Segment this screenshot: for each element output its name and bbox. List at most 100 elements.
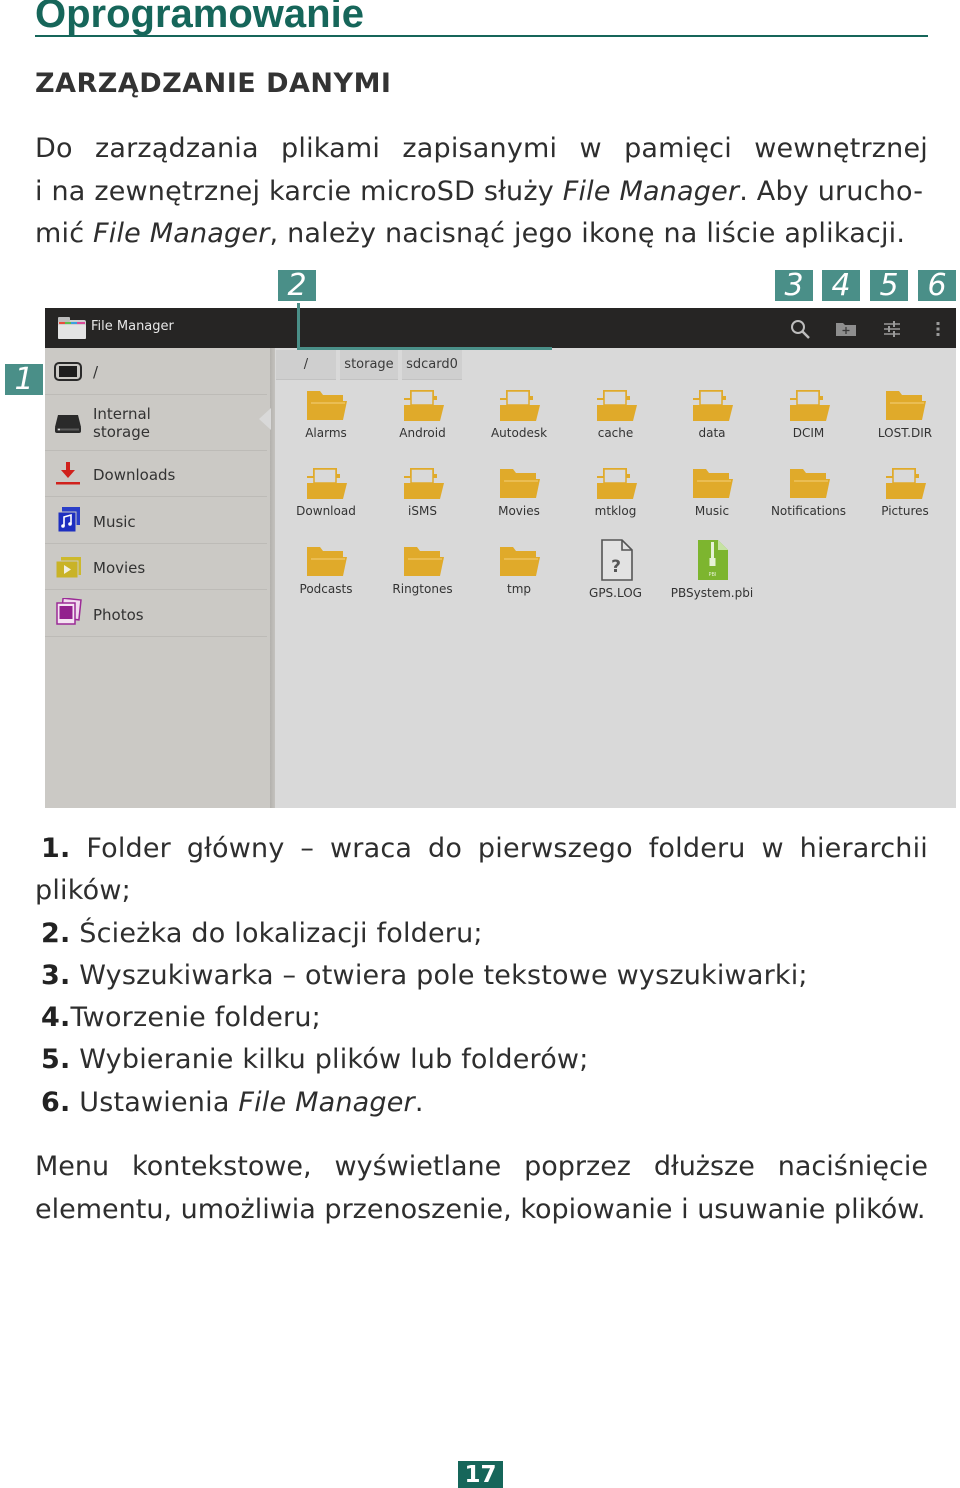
downloads-icon	[56, 462, 80, 485]
file-item-name: PBSystem.pbi	[670, 586, 754, 600]
file-item-name: Download	[296, 504, 356, 518]
legend-item-1: 1. Folder główny – wraca do pierwszego f…	[35, 828, 928, 870]
file-item-name: LOST.DIR	[877, 426, 933, 440]
sidebar-item-internal-storage[interactable]: Internal storage	[45, 395, 267, 451]
callout-4: 4	[822, 270, 860, 301]
folder-icon	[568, 466, 664, 500]
legend-number: 1.	[41, 833, 71, 864]
legend-text: Folder główny – wraca do pierwszego fold…	[86, 833, 928, 864]
archive-file-icon: PBI	[664, 538, 760, 582]
callout-3: 3	[775, 270, 813, 301]
legend-item-1-cont: plików;	[35, 875, 131, 907]
file-item[interactable]: iSMS	[375, 466, 471, 518]
folder-icon	[568, 388, 664, 422]
legend-item-3: 3. Wyszukiwarka – otwiera pole tekstowe …	[35, 955, 928, 997]
select-icon[interactable]	[881, 318, 903, 340]
file-manager-app-icon	[58, 317, 86, 339]
legend-text: .	[414, 1086, 424, 1118]
intro-paragraph: Do zarządzania plikami zapisanymi w pami…	[35, 128, 928, 256]
file-item-name: data	[698, 426, 726, 440]
legend-text: Tworzenie folderu;	[70, 1002, 321, 1034]
svg-text:PBI: PBI	[709, 572, 717, 578]
sidebar-item-photos[interactable]: Photos	[45, 590, 267, 637]
sidebar-item-music[interactable]: Music	[45, 497, 267, 544]
sidebar-item-downloads[interactable]: Downloads	[45, 451, 267, 497]
file-item-name: Music	[694, 504, 730, 518]
sidebar-item-label: Movies	[93, 559, 146, 577]
file-item-name: Movies	[498, 504, 540, 518]
file-item[interactable]: Music	[664, 466, 760, 518]
unknown-file-icon: ?	[568, 538, 664, 582]
svg-text:?: ?	[611, 557, 621, 577]
file-item[interactable]: data	[664, 388, 760, 440]
legend-number: 2.	[41, 917, 71, 949]
breadcrumb-sdcard0[interactable]: sdcard0	[402, 350, 462, 380]
callout-1: 1	[5, 364, 43, 395]
photos-icon	[56, 598, 82, 625]
outro-paragraph: Menu kontekstowe, wyświetlane poprzez dł…	[35, 1146, 928, 1231]
intro-line-1: Do zarządzania plikami zapisanymi w pami…	[35, 133, 928, 164]
file-item-name: iSMS	[408, 504, 437, 518]
app-name-italic: File Manager	[93, 218, 270, 249]
file-item[interactable]: ? GPS.LOG	[568, 538, 664, 600]
selection-pointer	[259, 408, 271, 430]
file-manager-screenshot: File Manager / Internal storage Download…	[45, 308, 956, 808]
file-item[interactable]: Android	[375, 388, 471, 440]
file-item[interactable]: mtklog	[568, 466, 664, 518]
search-icon[interactable]	[789, 318, 811, 340]
callout-5: 5	[870, 270, 908, 301]
internal-storage-icon	[55, 415, 81, 433]
intro-text: i na zewnętrznej karcie microSD służy	[35, 175, 563, 207]
file-item[interactable]: Pictures	[857, 466, 953, 518]
legend-number: 5.	[41, 1044, 71, 1076]
sidebar-item-movies[interactable]: Movies	[45, 544, 267, 590]
page-title: Oprogramowanie	[35, 0, 364, 36]
new-folder-icon[interactable]	[835, 318, 857, 340]
file-item[interactable]: tmp	[471, 544, 567, 596]
legend-item-2: 2. Ścieżka do lokalizacji folderu;	[35, 913, 928, 955]
movies-icon	[55, 557, 81, 579]
file-item[interactable]: Notifications	[761, 466, 857, 518]
file-item[interactable]: Podcasts	[278, 544, 374, 596]
legend-text: Wyszukiwarka – otwiera pole tekstowe wys…	[79, 959, 808, 991]
file-item[interactable]: Movies	[471, 466, 567, 518]
sidebar-item-label: Photos	[93, 606, 144, 624]
file-item[interactable]: cache	[568, 388, 664, 440]
folder-icon	[471, 388, 567, 422]
file-item[interactable]: Autodesk	[471, 388, 567, 440]
folder-icon	[471, 466, 567, 500]
file-item[interactable]: DCIM	[761, 388, 857, 440]
file-item-name: cache	[597, 426, 634, 440]
file-item[interactable]: Ringtones	[375, 544, 471, 596]
file-item[interactable]: Alarms	[278, 388, 374, 440]
app-name-italic: File Manager	[238, 1086, 415, 1118]
folder-icon	[664, 388, 760, 422]
legend-number: 4.	[41, 1002, 71, 1034]
file-item-name: Pictures	[881, 504, 929, 518]
folder-icon	[278, 388, 374, 422]
root-device-icon	[54, 362, 82, 381]
legend-number: 6.	[41, 1086, 71, 1118]
legend-item-4: 4.Tworzenie folderu;	[35, 997, 928, 1039]
overflow-menu-icon[interactable]	[927, 318, 949, 340]
file-item-name: Alarms	[305, 426, 347, 440]
file-item-name: Podcasts	[299, 582, 353, 596]
callout-2-bracket	[297, 347, 552, 350]
sidebar-item-label: storage	[93, 423, 150, 441]
file-item[interactable]: LOST.DIR	[857, 388, 953, 440]
breadcrumb-storage[interactable]: storage	[340, 350, 398, 380]
folder-icon	[857, 466, 953, 500]
breadcrumb-root[interactable]: /	[276, 350, 336, 380]
legend-text: Ustawienia	[79, 1086, 239, 1118]
sidebar-item-label: Internal	[93, 405, 151, 423]
sidebar-item-root[interactable]: /	[45, 348, 267, 395]
legend-list: 1. Folder główny – wraca do pierwszego f…	[35, 828, 928, 1124]
callout-6: 6	[918, 270, 956, 301]
file-item[interactable]: Download	[278, 466, 374, 518]
app-name-italic: File Manager	[562, 175, 740, 207]
file-item[interactable]: PBI PBSystem.pbi	[664, 538, 760, 600]
outro-line-2: elementu, umożliwia przenoszenie, kopiow…	[35, 1193, 926, 1225]
folder-icon	[375, 544, 471, 578]
file-item-name: GPS.LOG	[589, 586, 642, 600]
intro-text: . Aby urucho-	[739, 175, 924, 207]
